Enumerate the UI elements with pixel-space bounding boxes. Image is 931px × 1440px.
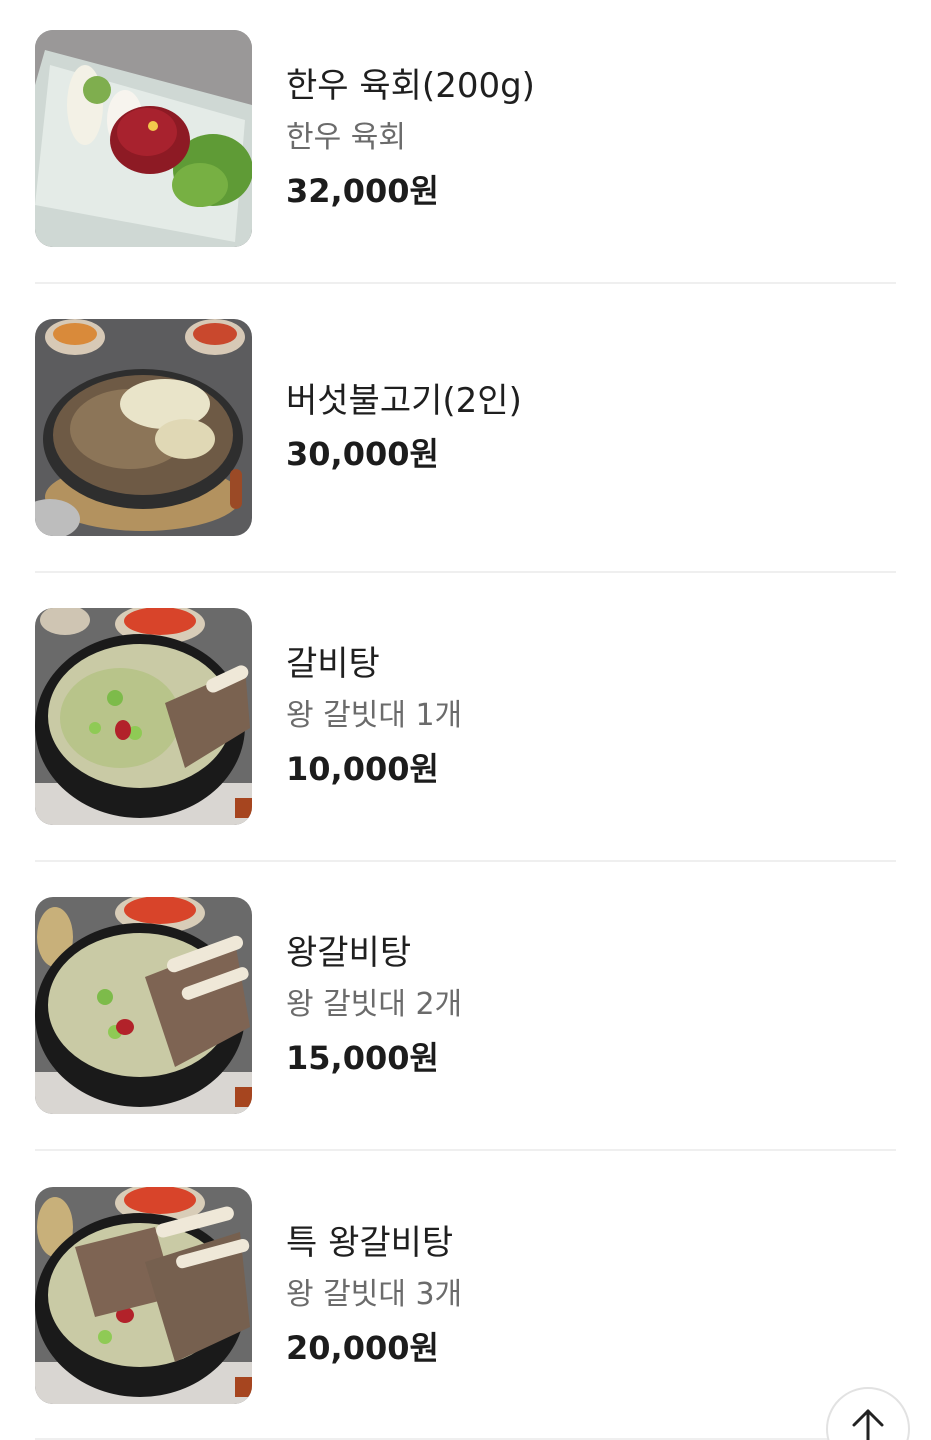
special-wang-galbitang-image [35,1187,252,1404]
divider [35,1149,896,1151]
menu-item-name: 버섯불고기(2인) [286,380,522,421]
arrow-up-icon [851,1407,885,1440]
divider [35,860,896,862]
menu-item-info: 버섯불고기(2인) 30,000원 [286,319,522,536]
menu-item-info: 갈비탕 왕 갈빗대 1개 10,000원 [286,608,462,825]
menu-item-info: 한우 육회(200g) 한우 육회 32,000원 [286,30,535,247]
menu-item-description: 한우 육회 [286,119,406,155]
menu-item-name: 한우 육회(200g) [286,65,535,106]
menu-item-description: 왕 갈빗대 3개 [286,1276,463,1312]
menu-item-name: 특 왕갈비탕 [286,1222,454,1263]
wang-galbitang-image [35,897,252,1114]
menu-item-mushroom-bulgogi[interactable]: 버섯불고기(2인) 30,000원 [35,319,896,608]
menu-item-name: 왕갈비탕 [286,932,412,973]
mushroom-bulgogi-image [35,319,252,536]
menu-item-yukhoe[interactable]: 한우 육회(200g) 한우 육회 32,000원 [35,30,896,319]
menu-item-description: 왕 갈빗대 2개 [286,986,463,1022]
menu-item-description: 왕 갈빗대 1개 [286,697,463,733]
menu-item-galbitang[interactable]: 갈비탕 왕 갈빗대 1개 10,000원 [35,608,896,897]
menu-item-price: 20,000원 [286,1328,439,1367]
menu-item-price: 32,000원 [286,171,439,210]
menu-item-info: 왕갈비탕 왕 갈빗대 2개 15,000원 [286,897,462,1114]
menu-item-special-wang-galbitang[interactable]: 특 왕갈비탕 왕 갈빗대 3개 20,000원 [35,1187,896,1440]
beef-tartare-image [35,30,252,247]
menu-item-info: 특 왕갈비탕 왕 갈빗대 3개 20,000원 [286,1187,462,1404]
menu-item-price: 15,000원 [286,1038,439,1077]
menu-item-wang-galbitang[interactable]: 왕갈비탕 왕 갈빗대 2개 15,000원 [35,897,896,1186]
menu-item-price: 10,000원 [286,749,439,788]
menu-item-name: 갈비탕 [286,643,380,684]
divider [35,571,896,573]
galbitang-image [35,608,252,825]
divider [35,282,896,284]
menu-list-page: 한우 육회(200g) 한우 육회 32,000원 버섯불고기(2인) 30,0… [0,0,931,1440]
menu-item-price: 30,000원 [286,434,439,473]
